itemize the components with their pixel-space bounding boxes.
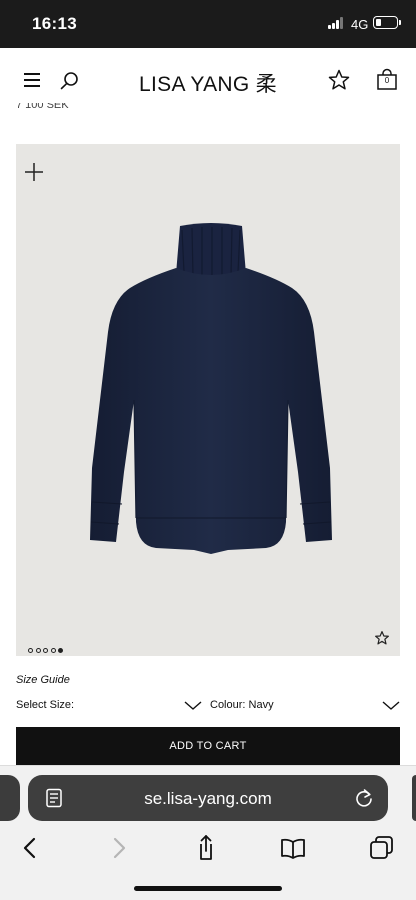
signal-strength-icon — [328, 17, 346, 29]
status-bar: 16:13 4G — [0, 0, 416, 48]
chevron-down-icon — [184, 701, 202, 710]
product-image[interactable] — [16, 144, 400, 656]
product-price: 7 100 SEK — [16, 103, 69, 111]
cart-bag-icon[interactable]: 0 — [375, 68, 399, 92]
previous-tab-preview[interactable] — [0, 775, 20, 821]
network-type: 4G — [351, 17, 369, 32]
cart-count: 0 — [384, 76, 390, 85]
address-bar[interactable]: se.lisa-yang.com — [28, 775, 388, 821]
reload-icon[interactable] — [354, 787, 374, 809]
battery-icon — [373, 16, 401, 29]
carousel-dots[interactable] — [28, 642, 66, 654]
share-icon[interactable] — [192, 834, 220, 862]
colour-select[interactable]: Colour: Navy — [210, 699, 400, 715]
browser-toolbar: se.lisa-yang.com — [0, 765, 416, 900]
tabs-icon[interactable] — [368, 834, 396, 862]
battery-level — [376, 19, 381, 26]
carousel-dot[interactable] — [28, 648, 33, 654]
size-select[interactable]: Select Size: — [16, 699, 202, 715]
brand-logo[interactable]: LISA YANG 柔 — [0, 68, 416, 98]
wishlist-star-icon[interactable] — [327, 68, 351, 92]
carousel-dot[interactable] — [35, 648, 41, 654]
carousel-dot[interactable] — [50, 648, 56, 654]
chevron-down-icon — [382, 701, 400, 710]
next-tab-preview[interactable] — [412, 775, 416, 821]
size-select-label: Select Size: — [16, 699, 75, 711]
sweater-illustration — [90, 223, 332, 554]
url-text[interactable]: se.lisa-yang.com — [28, 789, 388, 809]
carousel-dot[interactable] — [43, 648, 48, 654]
carousel-dot[interactable] — [58, 648, 63, 654]
back-chevron-icon[interactable] — [16, 834, 44, 862]
add-to-cart-button[interactable]: ADD TO CART — [16, 727, 400, 765]
colour-select-label: Colour: Navy — [210, 699, 274, 711]
bookmarks-book-icon[interactable] — [279, 834, 307, 862]
status-time: 16:13 — [32, 14, 77, 33]
zoom-plus-icon[interactable] — [25, 163, 43, 181]
forward-chevron-icon[interactable] — [105, 834, 133, 862]
size-guide-link[interactable]: Size Guide — [16, 674, 70, 686]
home-indicator — [134, 886, 282, 891]
favorite-star-icon[interactable] — [374, 630, 390, 646]
